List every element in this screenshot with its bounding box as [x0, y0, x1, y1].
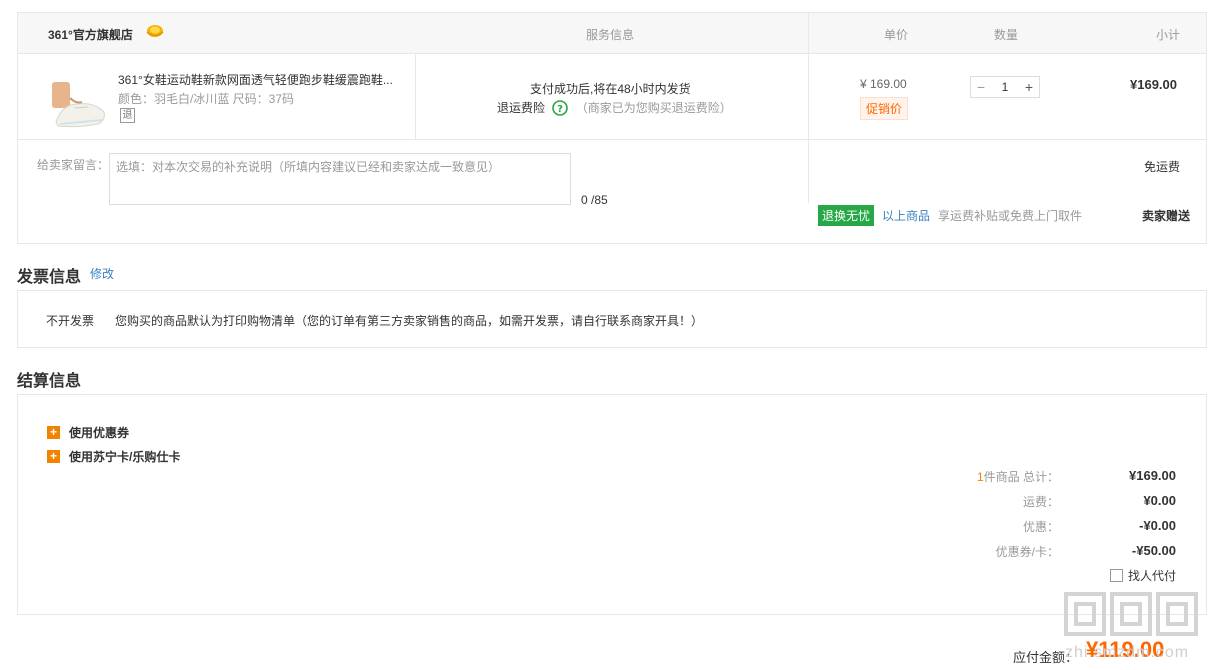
svg-text:?: ? [557, 104, 563, 115]
above-goods-link[interactable]: 以上商品 [882, 207, 930, 224]
coupon-card-label: 优惠券/卡： [995, 545, 1059, 559]
order-box: 361°官方旗舰店 服务信息 单价 数量 小计 361°女鞋运动鞋新款网面透气轻… [17, 12, 1207, 244]
discount: -¥0.00 [1139, 518, 1176, 533]
invoice-box: 不开发票 您购买的商品默认为打印购物清单（您的订单有第三方卖家销售的商品，如需开… [17, 290, 1207, 348]
store-badge-icon[interactable] [145, 23, 165, 39]
seller-message-input[interactable] [109, 153, 571, 205]
discount-label: 优惠： [1022, 520, 1059, 534]
shipping-promise: 支付成功后,将在48小时内发货 [530, 82, 691, 96]
use-coupon-label: 使用优惠券 [69, 426, 130, 440]
promo-badge: 促销价 [860, 97, 909, 120]
message-label: 给卖家留言： [37, 158, 110, 172]
settlement-box: + 使用优惠券 + 使用苏宁卡/乐购仕卡 1件商品 总计： ¥169.00 运费： … [17, 394, 1207, 615]
subtotal: ¥169.00 [1130, 77, 1177, 92]
divider [415, 54, 416, 140]
worry-free-badge: 退换无忧 [818, 205, 875, 226]
free-shipping: 免运费 [1144, 160, 1181, 174]
header-service: 服务信息 [586, 28, 635, 42]
watermark-logo [1064, 592, 1198, 636]
expand-icon: + [47, 450, 60, 464]
pay-for-me-checkbox[interactable]: 找人代付 [1110, 567, 1176, 584]
quantity-input[interactable]: 1 [991, 77, 1019, 97]
increase-button[interactable]: + [1019, 77, 1039, 97]
items-total: ¥169.00 [1129, 468, 1176, 483]
order-header: 361°官方旗舰店 服务信息 单价 数量 小计 [18, 13, 1206, 54]
item-count: 1 [976, 470, 984, 484]
items-total-label: 1件商品 总计： [976, 470, 1059, 484]
pay-for-me-label: 找人代付 [1128, 569, 1177, 583]
use-coupon-toggle[interactable]: + 使用优惠券 [47, 424, 129, 441]
expand-icon: + [47, 426, 60, 440]
seller-gift: 卖家赠送 [1142, 209, 1191, 223]
header-subtotal: 小计 [1156, 28, 1181, 42]
message-count: 0 /85 [581, 193, 608, 207]
coupon-card-value: -¥50.00 [1131, 543, 1176, 558]
insurance-note: （商家已为您购买退运费险） [575, 101, 732, 115]
shipping-subsidy-note: 享运费补贴或免费上门取件 [938, 209, 1083, 223]
store-name[interactable]: 361°官方旗舰店 [48, 26, 133, 43]
invoice-edit-link[interactable]: 修改 [90, 265, 114, 282]
watermark-text: zhi.smzdm.com [1065, 644, 1190, 661]
shipping-fee: ¥0.00 [1143, 493, 1176, 508]
header-unit-price: 单价 [884, 28, 909, 42]
divider [808, 13, 809, 203]
use-card-label: 使用苏宁卡/乐购仕卡 [69, 450, 181, 464]
decrease-button[interactable]: − [971, 77, 991, 97]
product-row: 361°女鞋运动鞋新款网面透气轻便跑步鞋缓震跑鞋... 颜色：羽毛白/冰川蓝 尺… [18, 54, 1206, 140]
use-card-toggle[interactable]: + 使用苏宁卡/乐购仕卡 [47, 448, 180, 465]
header-quantity: 数量 [994, 28, 1019, 42]
shipping-fee-label: 运费： [1022, 495, 1059, 509]
invoice-description: 您购买的商品默认为打印购物清单（您的订单有第三方卖家销售的商品，如需开发票，请自… [115, 314, 704, 328]
invoice-title: 发票信息 [17, 269, 82, 286]
product-spec: 颜色：羽毛白/冰川蓝 尺码：37码 [118, 92, 295, 106]
product-name[interactable]: 361°女鞋运动鞋新款网面透气轻便跑步鞋缓震跑鞋... [118, 71, 398, 88]
insurance-line: 退运费险 ? （商家已为您购买退运费险） [497, 99, 732, 116]
settlement-title: 结算信息 [17, 373, 82, 390]
return-tag: 退 [120, 108, 135, 123]
insurance-label: 退运费险 [497, 101, 546, 115]
checkbox[interactable] [1110, 569, 1123, 583]
invoice-type: 不开发票 [46, 314, 95, 328]
unit-price: ¥ 169.00 [860, 77, 907, 91]
product-thumbnail[interactable] [48, 74, 108, 130]
quantity-stepper: − 1 + [970, 76, 1040, 98]
help-icon[interactable]: ? [552, 100, 569, 116]
